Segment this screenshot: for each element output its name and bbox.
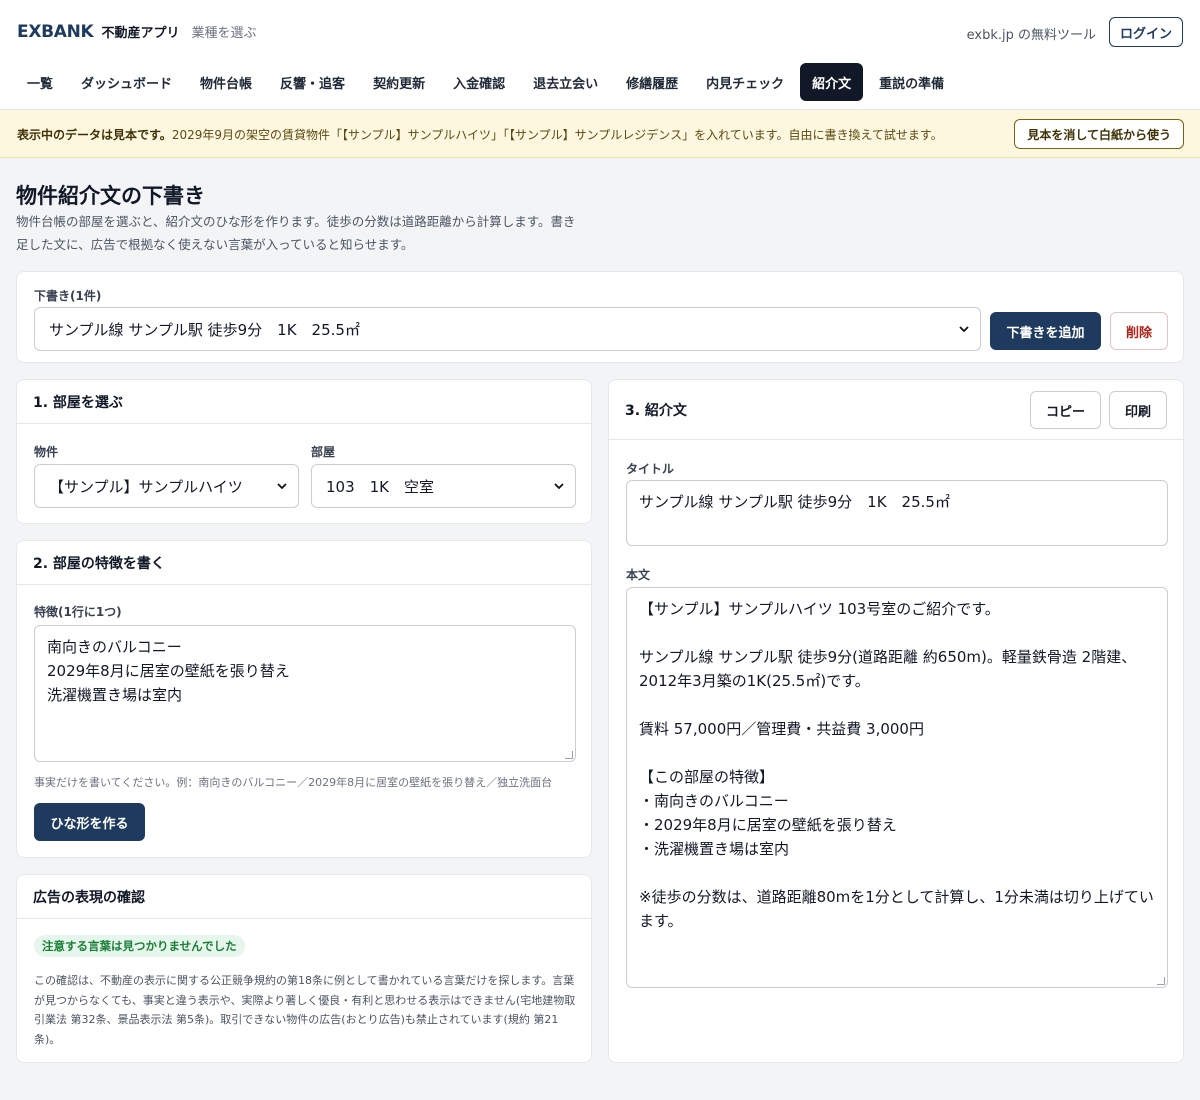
ad-check-note: この確認は、不動産の表示に関する公正競争規約の第18条に例として書かれている言葉… (34, 974, 576, 1046)
body-textarea[interactable]: 【サンプル】サンプルハイツ 103号室のご紹介です。 サンプル線 サンプル駅 徒… (626, 587, 1168, 988)
room-label: 部屋 (311, 445, 336, 459)
status-badge: 注意する言葉は見つかりませんでした (34, 935, 245, 957)
free-tool-label: exbk.jp の無料ツール (966, 28, 1096, 43)
room-card-heading: 1. 部屋を選ぶ (17, 380, 591, 424)
nav-item-moveout[interactable]: 退去立会い (521, 63, 610, 101)
features-label: 特徴(1行に1つ) (34, 605, 122, 619)
body-text: 【サンプル】サンプルハイツ 103号室のご紹介です。 サンプル線 サンプル駅 徒… (639, 600, 1154, 930)
property-label: 物件 (34, 445, 59, 459)
banner-text: 表示中のデータは見本です。2029年9月の架空の賃貸物件「【サンプル】サンプルハ… (17, 126, 943, 143)
draft-label: 下書き(1件) (34, 289, 102, 303)
title-label: タイトル (626, 462, 675, 476)
banner-lead: 表示中のデータは見本です。 (17, 128, 172, 142)
room-select-value: 103 1K 空室 (326, 477, 435, 496)
banner-body: 2029年9月の架空の賃貸物件「【サンプル】サンプルハイツ」「【サンプル】サンプ… (171, 128, 943, 142)
resize-grip-icon[interactable] (565, 751, 573, 759)
features-textarea[interactable]: 南向きのバルコニー 2029年8月に居室の壁紙を張り替え 洗濯機置き場は室内 (34, 625, 576, 762)
print-button[interactable]: 印刷 (1109, 391, 1167, 429)
page-title: 物件紹介文の下書き (16, 184, 205, 208)
brand: EXBANK 不動産アプリ 業種を選ぶ (17, 22, 256, 42)
nav-item-introduction[interactable]: 紹介文 (800, 63, 864, 101)
top-header: EXBANK 不動産アプリ 業種を選ぶ exbk.jp の無料ツール ログイン … (0, 0, 1200, 110)
delete-draft-button[interactable]: 削除 (1110, 312, 1168, 350)
nav-item-contract-renewal[interactable]: 契約更新 (361, 63, 437, 101)
nav-item-repair-history[interactable]: 修繕履歴 (614, 63, 690, 101)
room-select-card: 1. 部屋を選ぶ 物件 部屋 【サンプル】サンプルハイツ 103 1K 空室 (16, 379, 592, 524)
nav-item-payment-check[interactable]: 入金確認 (441, 63, 517, 101)
introduction-card: 3. 紹介文 コピー 印刷 タイトル サンプル線 サンプル駅 徒歩9分 1K 2… (608, 379, 1184, 1063)
chevron-down-icon (554, 483, 564, 490)
industry-link[interactable]: 業種を選ぶ (191, 22, 256, 41)
features-hint: 事実だけを書いてください。例：南向きのバルコニー／2029年8月に居室の壁紙を張… (34, 776, 553, 789)
draft-select[interactable]: サンプル線 サンプル駅 徒歩9分 1K 25.5㎡ (34, 307, 981, 351)
nav-item-list[interactable]: 一覧 (15, 63, 65, 101)
draft-select-value: サンプル線 サンプル駅 徒歩9分 1K 25.5㎡ (49, 320, 360, 339)
sample-data-banner: 表示中のデータは見本です。2029年9月の架空の賃貸物件「【サンプル】サンプルハ… (0, 110, 1200, 158)
draft-card: 下書き(1件) サンプル線 サンプル駅 徒歩9分 1K 25.5㎡ 下書きを追加… (16, 271, 1184, 363)
chevron-down-icon (277, 483, 287, 490)
title-text: サンプル線 サンプル駅 徒歩9分 1K 25.5㎡ (639, 493, 950, 511)
features-card-heading: 2. 部屋の特徴を書く (17, 541, 591, 585)
nav-item-explanation-prep[interactable]: 重説の準備 (867, 63, 956, 101)
brand-logo[interactable]: EXBANK (17, 22, 94, 42)
property-select-value: 【サンプル】サンプルハイツ (49, 477, 243, 496)
make-template-button[interactable]: ひな形を作る (34, 803, 145, 841)
features-text: 南向きのバルコニー 2029年8月に居室の壁紙を張り替え 洗濯機置き場は室内 (47, 638, 290, 704)
main-nav: 一覧 ダッシュボード 物件台帳 反響・追客 契約更新 入金確認 退去立会い 修繕… (15, 63, 956, 101)
nav-item-property-ledger[interactable]: 物件台帳 (188, 63, 264, 101)
page-description: 物件台帳の部屋を選ぶと、紹介文のひな形を作ります。徒歩の分数は道路距離から計算し… (16, 214, 576, 252)
chevron-down-icon (959, 326, 969, 333)
login-button[interactable]: ログイン (1109, 17, 1183, 47)
nav-item-dashboard[interactable]: ダッシュボード (69, 63, 184, 101)
room-select[interactable]: 103 1K 空室 (311, 464, 576, 508)
ad-check-card: 広告の表現の確認 注意する言葉は見つかりませんでした この確認は、不動産の表示に… (16, 874, 592, 1063)
clear-sample-button[interactable]: 見本を消して白紙から使う (1014, 119, 1184, 149)
add-draft-button[interactable]: 下書きを追加 (990, 312, 1101, 350)
nav-item-inquiries[interactable]: 反響・追客 (268, 63, 357, 101)
ad-check-heading: 広告の表現の確認 (17, 875, 591, 919)
nav-item-viewing-check[interactable]: 内見チェック (694, 63, 796, 101)
body-label: 本文 (626, 568, 651, 582)
resize-grip-icon[interactable] (1157, 977, 1165, 985)
property-select[interactable]: 【サンプル】サンプルハイツ (34, 464, 299, 508)
title-field[interactable]: サンプル線 サンプル駅 徒歩9分 1K 25.5㎡ (626, 480, 1168, 546)
features-card: 2. 部屋の特徴を書く 特徴(1行に1つ) 南向きのバルコニー 2029年8月に… (16, 540, 592, 858)
copy-button[interactable]: コピー (1030, 391, 1101, 429)
app-name: 不動産アプリ (101, 26, 180, 41)
